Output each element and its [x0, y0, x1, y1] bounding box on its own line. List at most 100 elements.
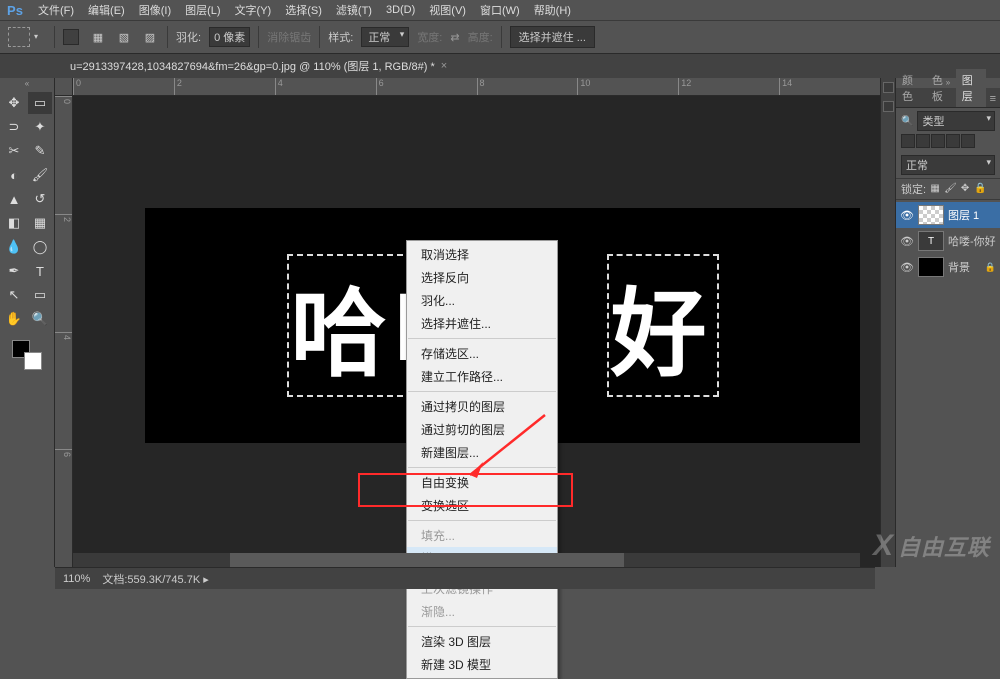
menu-image[interactable]: 图像(I) — [133, 0, 177, 20]
panel-icon[interactable] — [883, 101, 894, 112]
move-tool-icon[interactable]: ✥ — [2, 92, 26, 114]
ctx-feather[interactable]: 羽化... — [407, 289, 557, 312]
ctx-render-3d-layer[interactable]: 渲染 3D 图层 — [407, 630, 557, 653]
ctx-select-mask[interactable]: 选择并遮住... — [407, 312, 557, 335]
document-tab[interactable]: u=2913397428,1034827694&fm=26&gp=0.jpg @… — [62, 55, 455, 77]
panel-tabs: 颜色 色板 图层 ≡ — [896, 88, 1000, 108]
ctx-free-transform[interactable]: 自由变换 — [407, 471, 557, 494]
filter-pixel-icon[interactable] — [901, 134, 915, 148]
ctx-inverse[interactable]: 选择反向 — [407, 266, 557, 289]
menu-view[interactable]: 视图(V) — [423, 0, 472, 20]
ctx-make-workpath[interactable]: 建立工作路径... — [407, 365, 557, 388]
close-tab-icon[interactable]: × — [441, 60, 447, 72]
menu-file[interactable]: 文件(F) — [32, 0, 80, 20]
style-select[interactable]: 正常 — [361, 27, 409, 47]
stamp-tool-icon[interactable]: ▲ — [2, 188, 26, 210]
new-selection-icon[interactable] — [63, 29, 79, 45]
lock-image-icon[interactable]: 🖌 — [944, 183, 956, 195]
tab-title: u=2913397428,1034827694&fm=26&gp=0.jpg @… — [70, 58, 435, 74]
layer-thumb-type-icon[interactable]: T — [918, 231, 944, 251]
layer-name[interactable]: 图层 1 — [948, 207, 979, 223]
ctx-transform-selection[interactable]: 变换选区 — [407, 494, 557, 517]
lock-transparent-icon[interactable]: ▦ — [929, 183, 941, 195]
panel-icon[interactable] — [883, 82, 894, 93]
feather-value[interactable]: 0 像素 — [209, 27, 250, 47]
scrollbar-thumb[interactable] — [230, 553, 624, 567]
menu-layer[interactable]: 图层(L) — [179, 0, 226, 20]
ctx-layer-via-copy[interactable]: 通过拷贝的图层 — [407, 395, 557, 418]
collapse-toolbox-icon[interactable]: « — [0, 80, 54, 90]
menu-3d[interactable]: 3D(D) — [380, 2, 421, 18]
vertical-ruler[interactable]: 0246 — [55, 96, 73, 567]
layer-row[interactable]: 👁 T 哈喽-你好 — [896, 228, 1000, 254]
subtract-selection-icon[interactable]: ▧ — [115, 28, 133, 46]
layer-name[interactable]: 背景 — [948, 259, 970, 275]
visibility-icon[interactable]: 👁 — [900, 261, 914, 274]
zoom-level[interactable]: 110% — [63, 573, 90, 585]
add-selection-icon[interactable]: ▦ — [89, 28, 107, 46]
menu-filter[interactable]: 滤镜(T) — [330, 0, 378, 20]
eyedropper-tool-icon[interactable]: ✎ — [28, 140, 52, 162]
healing-brush-tool-icon[interactable]: ◐ — [2, 164, 26, 186]
menu-help[interactable]: 帮助(H) — [528, 0, 577, 20]
ctx-new-layer[interactable]: 新建图层... — [407, 441, 557, 464]
filter-type-icon[interactable] — [931, 134, 945, 148]
history-brush-tool-icon[interactable]: ↺ — [28, 188, 52, 210]
hand-tool-icon[interactable]: ✋ — [2, 308, 26, 330]
dodge-tool-icon[interactable]: ◯ — [28, 236, 52, 258]
ctx-deselect[interactable]: 取消选择 — [407, 243, 557, 266]
menu-select[interactable]: 选择(S) — [279, 0, 328, 20]
layer-kind-select[interactable]: 类型 — [917, 111, 995, 131]
tab-layers[interactable]: 图层 — [956, 69, 986, 107]
panel-menu-icon[interactable]: ≡ — [986, 91, 1000, 107]
menu-type[interactable]: 文字(Y) — [229, 0, 278, 20]
ctx-layer-via-cut[interactable]: 通过剪切的图层 — [407, 418, 557, 441]
tab-color[interactable]: 颜色 — [896, 69, 926, 107]
shape-tool-icon[interactable]: ▭ — [28, 284, 52, 306]
magic-wand-tool-icon[interactable]: ✦ — [28, 116, 52, 138]
panel-dock[interactable] — [880, 78, 895, 567]
select-and-mask-button[interactable]: 选择并遮住 ... — [510, 26, 595, 48]
visibility-icon[interactable]: 👁 — [900, 209, 914, 222]
visibility-icon[interactable]: 👁 — [900, 235, 914, 248]
layer-row[interactable]: 👁 背景 🔒 — [896, 254, 1000, 280]
lasso-tool-icon[interactable]: ⊃ — [2, 116, 26, 138]
layer-row[interactable]: 👁 图层 1 — [896, 202, 1000, 228]
layer-thumb[interactable] — [918, 205, 944, 225]
type-tool-icon[interactable]: T — [28, 260, 52, 282]
background-swatch[interactable] — [24, 352, 42, 370]
filter-smart-icon[interactable] — [961, 134, 975, 148]
right-panel: » 颜色 色板 图层 ≡ 🔍 类型 正常 锁定: ▦ 🖌 ✥ 🔒 👁 — [895, 78, 1000, 567]
lock-all-icon[interactable]: 🔒 — [974, 183, 986, 195]
lock-row: 锁定: ▦ 🖌 ✥ 🔒 — [896, 178, 1000, 200]
gradient-tool-icon[interactable]: ▦ — [28, 212, 52, 234]
status-bar: 110% 文档:559.3K/745.7K ▸ — [55, 567, 875, 589]
blur-tool-icon[interactable]: 💧 — [2, 236, 26, 258]
layer-name[interactable]: 哈喽-你好 — [948, 233, 996, 249]
filter-shape-icon[interactable] — [946, 134, 960, 148]
eraser-tool-icon[interactable]: ◧ — [2, 212, 26, 234]
layer-thumb[interactable] — [918, 257, 944, 277]
crop-tool-icon[interactable]: ✂ — [2, 140, 26, 162]
menu-window[interactable]: 窗口(W) — [474, 0, 526, 20]
ctx-new-3d-model[interactable]: 新建 3D 模型 — [407, 653, 557, 676]
zoom-tool-icon[interactable]: 🔍 — [28, 308, 52, 330]
blend-mode-select[interactable]: 正常 — [901, 155, 995, 175]
menu-edit[interactable]: 编辑(E) — [82, 0, 131, 20]
ctx-save-selection[interactable]: 存储选区... — [407, 342, 557, 365]
pen-tool-icon[interactable]: ✒ — [2, 260, 26, 282]
filter-adjust-icon[interactable] — [916, 134, 930, 148]
tab-swatches[interactable]: 色板 — [926, 69, 956, 107]
lock-position-icon[interactable]: ✥ — [959, 183, 971, 195]
ruler-origin[interactable] — [55, 78, 73, 96]
horizontal-scrollbar[interactable] — [73, 553, 860, 567]
marquee-tool-icon[interactable]: ▭ — [28, 92, 52, 114]
width-label: 宽度: — [417, 29, 442, 45]
active-tool-marquee-icon[interactable] — [8, 27, 30, 47]
path-select-tool-icon[interactable]: ↖ — [2, 284, 26, 306]
horizontal-ruler[interactable]: 02468101214 — [73, 78, 880, 96]
divider — [167, 26, 168, 48]
brush-tool-icon[interactable]: 🖌 — [28, 164, 52, 186]
intersect-selection-icon[interactable]: ▨ — [141, 28, 159, 46]
color-swatches[interactable] — [12, 340, 42, 370]
